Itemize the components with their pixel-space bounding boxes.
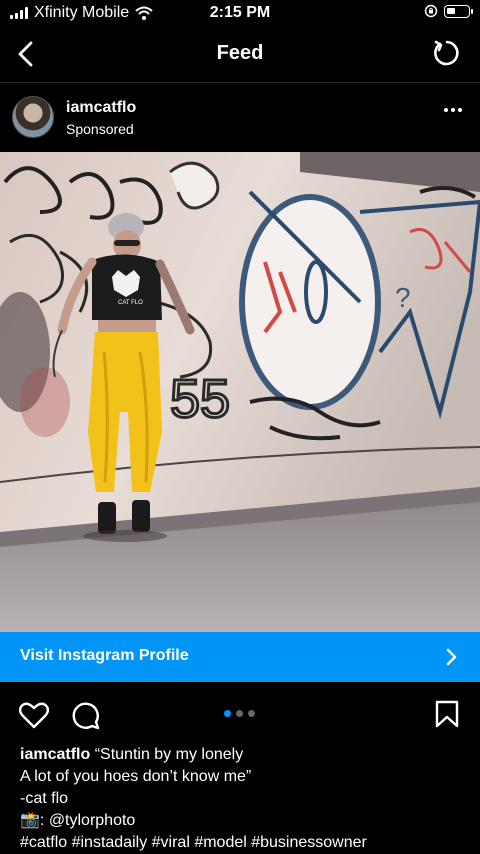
chevron-right-icon <box>446 648 457 666</box>
svg-text:?: ? <box>395 282 411 313</box>
refresh-button[interactable] <box>432 38 462 68</box>
carousel-dot <box>236 710 243 717</box>
post-image[interactable]: ? 55 CAT FLO <box>0 152 480 632</box>
caption-text: “Stuntin by my lonely <box>90 746 244 763</box>
post-header: iamcatflo Sponsored <box>0 82 480 152</box>
post-caption: iamcatflo “Stuntin by my lonely A lot of… <box>20 744 470 854</box>
status-bar: Xfinity Mobile 2:15 PM <box>0 0 480 30</box>
dot-icon <box>444 108 448 112</box>
carousel-dot-active <box>224 710 231 717</box>
graffiti-text: 55 <box>170 369 230 429</box>
page-title: Feed <box>216 42 264 64</box>
orientation-lock-icon <box>424 4 438 18</box>
caption-line: 📸: @tylorphoto <box>20 812 136 829</box>
post-actions <box>0 682 480 744</box>
sponsored-label: Sponsored <box>66 121 134 137</box>
caption-line: iamcatflo “Stuntin by my lonely <box>20 744 470 766</box>
post-photo-art: ? 55 CAT FLO <box>0 152 480 632</box>
shirt-text: CAT FLO <box>118 300 143 306</box>
status-right <box>424 4 473 18</box>
dot-icon <box>451 108 455 112</box>
caption-line: -cat flo <box>20 790 69 807</box>
more-options-button[interactable] <box>444 108 462 112</box>
post-username[interactable]: iamcatflo <box>66 99 136 117</box>
heart-icon[interactable] <box>18 700 50 730</box>
caption-username[interactable]: iamcatflo <box>20 746 90 763</box>
avatar[interactable] <box>12 96 54 138</box>
bookmark-icon[interactable] <box>434 700 460 728</box>
caption-hashtags: #catflo #instadaily #viral #model #busin… <box>20 834 367 851</box>
carousel-dot <box>248 710 255 717</box>
battery-icon <box>444 4 473 18</box>
visit-profile-button[interactable]: Visit Instagram Profile <box>0 632 480 682</box>
dot-icon <box>458 108 462 112</box>
caption-line: A lot of you hoes don’t know me” <box>20 768 252 785</box>
carousel-indicator <box>224 710 255 717</box>
status-time: 2:15 PM <box>209 4 271 21</box>
comment-icon[interactable] <box>70 700 100 730</box>
nav-bar: Feed <box>0 30 480 83</box>
visit-profile-label: Visit Instagram Profile <box>20 647 189 664</box>
